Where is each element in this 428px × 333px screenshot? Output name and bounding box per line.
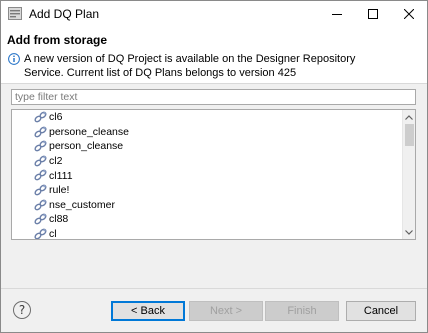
list-item[interactable]: cl6 — [12, 110, 402, 125]
minimize-button[interactable] — [319, 1, 355, 27]
info-message: A new version of DQ Project is available… — [24, 52, 404, 80]
title-bar: Add DQ Plan — [1, 1, 427, 27]
help-button[interactable]: ? — [13, 301, 31, 319]
chevron-down-icon — [405, 229, 413, 235]
finish-button[interactable]: Finish — [265, 301, 339, 321]
add-dq-plan-dialog: Add DQ Plan Add from storage A new versi… — [0, 0, 428, 333]
dq-plan-app-icon — [8, 7, 22, 20]
info-message-line-1: A new version of DQ Project is available… — [24, 53, 356, 65]
minimize-icon — [332, 14, 342, 15]
plan-link-icon — [34, 228, 47, 239]
list-items: cl6 persone_cleanse person_cleanse cl2 cl111… — [12, 110, 402, 240]
plan-link-icon — [34, 170, 47, 181]
filter-input[interactable] — [11, 89, 416, 105]
cancel-button[interactable]: Cancel — [346, 301, 416, 321]
list-item[interactable]: cl2 — [12, 154, 402, 169]
list-item[interactable]: cl88 — [12, 212, 402, 227]
dq-plan-list[interactable]: cl6 persone_cleanse person_cleanse cl2 cl111… — [11, 109, 416, 240]
list-item[interactable]: nse_customer — [12, 198, 402, 213]
list-item[interactable]: rule! — [12, 183, 402, 198]
window-title: Add DQ Plan — [29, 7, 100, 21]
list-item-label: cl111 — [49, 169, 73, 182]
plan-link-icon — [34, 140, 47, 152]
plan-link-icon — [34, 111, 47, 123]
list-item-label: nse_customer — [49, 198, 115, 211]
list-item[interactable]: cl — [12, 227, 402, 240]
next-button[interactable]: Next > — [189, 301, 263, 321]
plan-link-icon — [34, 126, 47, 137]
page-title: Add from storage — [7, 33, 108, 47]
maximize-button[interactable] — [355, 1, 391, 27]
plan-link-icon — [34, 155, 47, 167]
list-item[interactable]: person_cleanse — [12, 139, 402, 154]
list-item-label: cl88 — [49, 213, 69, 226]
list-item-label: person_cleanse — [49, 140, 124, 153]
scroll-thumb[interactable] — [405, 124, 414, 146]
maximize-icon — [368, 9, 378, 19]
vertical-scrollbar[interactable] — [402, 110, 415, 239]
list-item-label: persone_cleanse — [49, 125, 129, 138]
list-item-label: rule! — [49, 184, 70, 197]
plan-link-icon — [34, 199, 47, 210]
list-item-label: cl6 — [49, 111, 63, 124]
dialog-footer: ? < Back Next > Finish Cancel — [1, 288, 427, 332]
chevron-up-icon — [405, 114, 413, 120]
info-icon — [8, 53, 20, 65]
back-button[interactable]: < Back — [111, 301, 185, 321]
dialog-header: Add from storage A new version of DQ Pro… — [1, 27, 427, 84]
plan-link-icon — [34, 184, 47, 196]
list-item-label: cl2 — [49, 155, 63, 168]
list-item-label: cl — [49, 228, 57, 240]
close-button[interactable] — [391, 1, 427, 27]
info-message-line-2: Service. Current list of DQ Plans belong… — [24, 67, 297, 79]
plan-link-icon — [34, 213, 47, 225]
close-icon — [404, 9, 414, 19]
list-item[interactable]: persone_cleanse — [12, 125, 402, 140]
list-item[interactable]: cl111 — [12, 168, 402, 183]
scroll-down-button[interactable] — [403, 226, 415, 238]
scroll-up-button[interactable] — [403, 111, 415, 123]
